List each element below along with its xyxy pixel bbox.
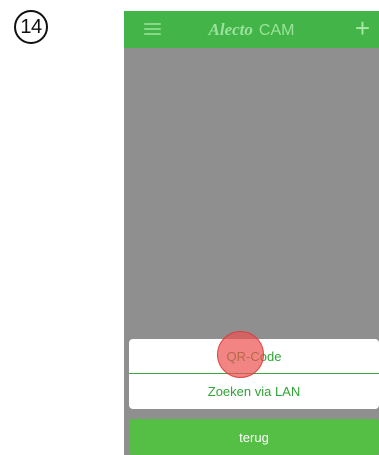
step-number-badge: 14 <box>14 10 48 44</box>
touch-indicator <box>217 331 264 378</box>
hamburger-menu-icon[interactable] <box>144 23 161 35</box>
back-button-label: terug <box>239 429 269 445</box>
back-button[interactable]: terug <box>129 419 379 455</box>
step-number: 14 <box>20 15 42 38</box>
phone-screen: Alecto CAM + QR-Code Zoeken via LAN teru… <box>124 11 379 455</box>
app-title-suffix: CAM <box>258 21 295 39</box>
brand-name: Alecto <box>208 19 253 39</box>
option-search-lan[interactable]: Zoeken via LAN <box>129 374 379 409</box>
app-header: Alecto CAM + <box>124 11 379 48</box>
app-title: Alecto CAM <box>209 20 295 40</box>
plus-icon[interactable]: + <box>355 15 370 41</box>
